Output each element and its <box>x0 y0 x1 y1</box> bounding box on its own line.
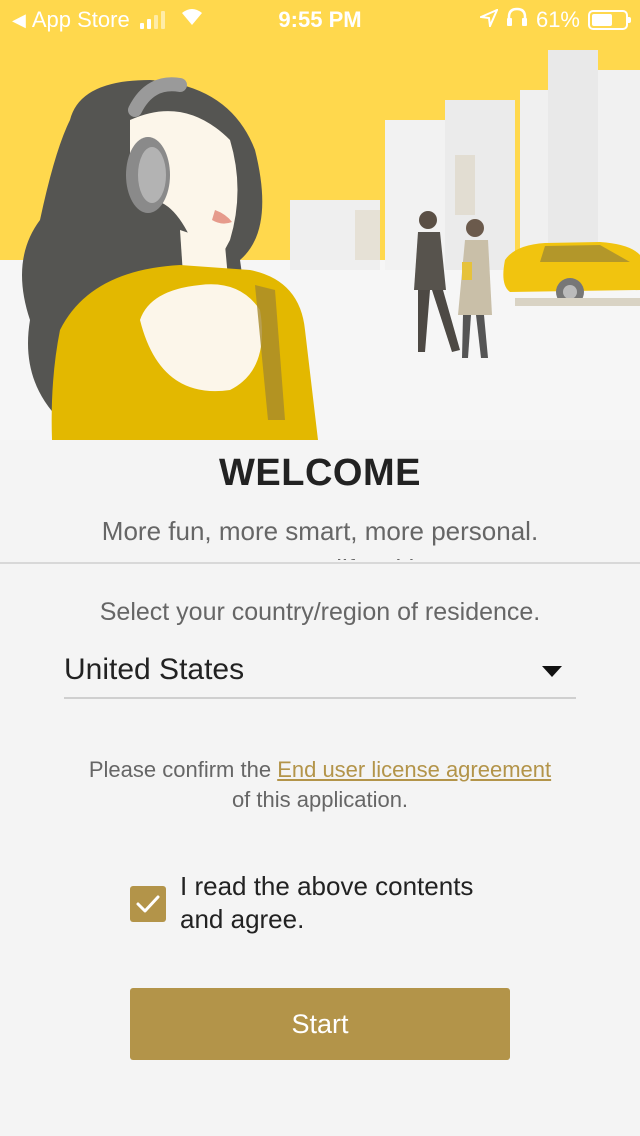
dropdown-caret-icon <box>542 666 562 677</box>
agree-label[interactable]: I read the above contents and agree. <box>180 870 540 936</box>
eula-link[interactable]: End user license agreement <box>277 757 551 782</box>
headphones-icon <box>506 7 528 33</box>
battery-icon <box>588 10 631 30</box>
country-prompt: Select your country/region of residence. <box>99 598 541 626</box>
battery-percentage: 61% <box>535 7 580 32</box>
country-selected-value: United States <box>64 653 245 686</box>
eula-notice: Please confirm the End user license agre… <box>30 755 610 815</box>
location-arrow-icon <box>477 7 499 33</box>
eula-prefix: Please confirm the <box>88 757 278 782</box>
eula-suffix: of this application. <box>231 787 409 812</box>
status-bar: ◀ App Store 9:55 PM 61% <box>0 0 640 40</box>
welcome-title: WELCOME <box>219 452 421 494</box>
checkmark-icon <box>136 895 160 913</box>
agree-label-line1: I read the above contents <box>180 871 474 901</box>
section-divider <box>0 562 640 564</box>
hero-illustration <box>0 0 640 440</box>
welcome-subtitle: More fun, more smart, more personal. Let… <box>40 512 600 560</box>
agree-label-line2: and agree. <box>180 904 305 934</box>
welcome-subtitle-line1: More fun, more smart, more personal. <box>101 516 539 546</box>
country-dropdown[interactable]: United States <box>64 645 576 699</box>
welcome-subtitle-line2: Let's start your new life with your new <box>40 550 600 560</box>
agree-checkbox[interactable] <box>130 886 166 922</box>
start-button[interactable]: Start <box>130 988 510 1060</box>
